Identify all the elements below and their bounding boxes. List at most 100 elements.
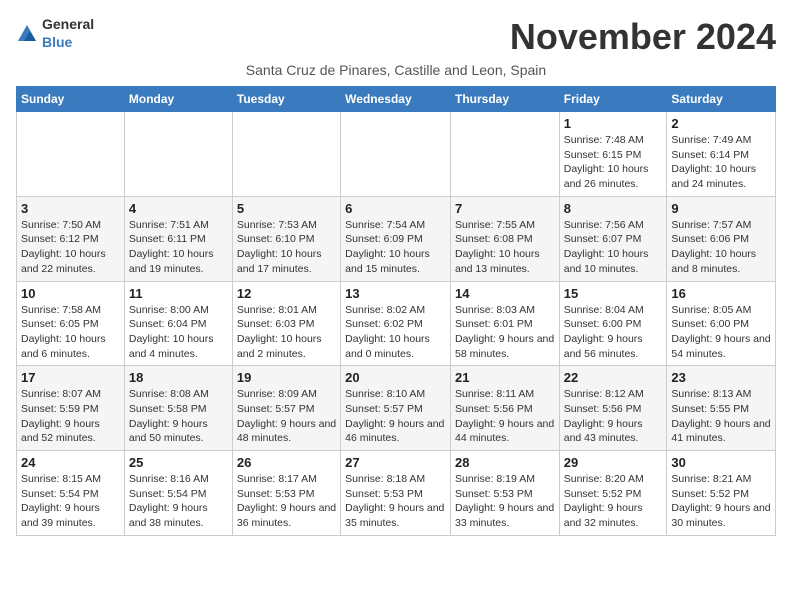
calendar-cell: 8 Sunrise: 7:56 AM Sunset: 6:07 PM Daylig… [559,196,667,281]
day-number: 13 [345,286,446,301]
day-info: Sunrise: 8:11 AM Sunset: 5:56 PM Dayligh… [455,387,555,446]
day-number: 2 [671,116,771,131]
day-number: 23 [671,370,771,385]
day-number: 26 [237,455,336,470]
calendar-cell [17,112,125,197]
calendar-cell [124,112,232,197]
calendar-cell: 3 Sunrise: 7:50 AM Sunset: 6:12 PM Daylig… [17,196,125,281]
calendar-cell [341,112,451,197]
day-info: Sunrise: 8:13 AM Sunset: 5:55 PM Dayligh… [671,387,771,446]
calendar-cell: 30 Sunrise: 8:21 AM Sunset: 5:52 PM Dayli… [667,451,776,536]
calendar-week-5: 24 Sunrise: 8:15 AM Sunset: 5:54 PM Dayli… [17,451,776,536]
day-number: 6 [345,201,446,216]
day-info: Sunrise: 8:10 AM Sunset: 5:57 PM Dayligh… [345,387,446,446]
day-number: 17 [21,370,120,385]
calendar-week-4: 17 Sunrise: 8:07 AM Sunset: 5:59 PM Dayli… [17,366,776,451]
day-info: Sunrise: 8:18 AM Sunset: 5:53 PM Dayligh… [345,472,446,531]
day-number: 7 [455,201,555,216]
calendar-cell: 13 Sunrise: 8:02 AM Sunset: 6:02 PM Dayli… [341,281,451,366]
weekday-header-sunday: Sunday [17,87,125,112]
day-info: Sunrise: 7:50 AM Sunset: 6:12 PM Dayligh… [21,218,120,277]
day-number: 12 [237,286,336,301]
day-number: 18 [129,370,228,385]
calendar-cell: 26 Sunrise: 8:17 AM Sunset: 5:53 PM Dayli… [232,451,340,536]
calendar-cell: 17 Sunrise: 8:07 AM Sunset: 5:59 PM Dayli… [17,366,125,451]
day-info: Sunrise: 7:49 AM Sunset: 6:14 PM Dayligh… [671,133,771,192]
day-number: 9 [671,201,771,216]
day-info: Sunrise: 8:20 AM Sunset: 5:52 PM Dayligh… [564,472,663,531]
day-number: 28 [455,455,555,470]
day-number: 24 [21,455,120,470]
day-info: Sunrise: 7:51 AM Sunset: 6:11 PM Dayligh… [129,218,228,277]
weekday-header-thursday: Thursday [450,87,559,112]
day-info: Sunrise: 8:05 AM Sunset: 6:00 PM Dayligh… [671,303,771,362]
calendar-cell: 18 Sunrise: 8:08 AM Sunset: 5:58 PM Dayli… [124,366,232,451]
day-info: Sunrise: 7:53 AM Sunset: 6:10 PM Dayligh… [237,218,336,277]
calendar-cell: 21Sunrise: 8:11 AM Sunset: 5:56 PM Dayli… [450,366,559,451]
calendar-cell: 14Sunrise: 8:03 AM Sunset: 6:01 PM Dayli… [450,281,559,366]
calendar-cell: 24 Sunrise: 8:15 AM Sunset: 5:54 PM Dayli… [17,451,125,536]
calendar-cell: 1 Sunrise: 7:48 AM Sunset: 6:15 PM Daylig… [559,112,667,197]
location-subtitle: Santa Cruz de Pinares, Castille and Leon… [16,62,776,78]
day-number: 1 [564,116,663,131]
day-number: 20 [345,370,446,385]
page-header: General Blue November 2024 [16,16,776,58]
day-number: 3 [21,201,120,216]
calendar-week-3: 10 Sunrise: 7:58 AM Sunset: 6:05 PM Dayli… [17,281,776,366]
day-info: Sunrise: 8:08 AM Sunset: 5:58 PM Dayligh… [129,387,228,446]
day-info: Sunrise: 8:07 AM Sunset: 5:59 PM Dayligh… [21,387,120,446]
day-info: Sunrise: 8:04 AM Sunset: 6:00 PM Dayligh… [564,303,663,362]
calendar-cell: 23 Sunrise: 8:13 AM Sunset: 5:55 PM Dayli… [667,366,776,451]
calendar-cell [450,112,559,197]
calendar-cell: 15 Sunrise: 8:04 AM Sunset: 6:00 PM Dayli… [559,281,667,366]
day-number: 11 [129,286,228,301]
day-info: Sunrise: 7:48 AM Sunset: 6:15 PM Dayligh… [564,133,663,192]
day-info: Sunrise: 8:01 AM Sunset: 6:03 PM Dayligh… [237,303,336,362]
calendar-cell: 27Sunrise: 8:18 AM Sunset: 5:53 PM Dayli… [341,451,451,536]
calendar-cell: 4 Sunrise: 7:51 AM Sunset: 6:11 PM Daylig… [124,196,232,281]
day-number: 4 [129,201,228,216]
day-info: Sunrise: 8:09 AM Sunset: 5:57 PM Dayligh… [237,387,336,446]
calendar-week-2: 3 Sunrise: 7:50 AM Sunset: 6:12 PM Daylig… [17,196,776,281]
logo-icon [16,23,38,45]
day-info: Sunrise: 8:15 AM Sunset: 5:54 PM Dayligh… [21,472,120,531]
day-info: Sunrise: 8:03 AM Sunset: 6:01 PM Dayligh… [455,303,555,362]
day-info: Sunrise: 7:56 AM Sunset: 6:07 PM Dayligh… [564,218,663,277]
day-info: Sunrise: 8:02 AM Sunset: 6:02 PM Dayligh… [345,303,446,362]
calendar-cell: 7 Sunrise: 7:55 AM Sunset: 6:08 PM Daylig… [450,196,559,281]
calendar-cell: 22Sunrise: 8:12 AM Sunset: 5:56 PM Dayli… [559,366,667,451]
day-number: 5 [237,201,336,216]
day-info: Sunrise: 8:16 AM Sunset: 5:54 PM Dayligh… [129,472,228,531]
day-number: 8 [564,201,663,216]
day-number: 22 [564,370,663,385]
day-number: 15 [564,286,663,301]
weekday-header-wednesday: Wednesday [341,87,451,112]
calendar-cell: 9Sunrise: 7:57 AM Sunset: 6:06 PM Daylig… [667,196,776,281]
weekday-header-friday: Friday [559,87,667,112]
day-info: Sunrise: 8:21 AM Sunset: 5:52 PM Dayligh… [671,472,771,531]
day-number: 25 [129,455,228,470]
day-info: Sunrise: 8:17 AM Sunset: 5:53 PM Dayligh… [237,472,336,531]
day-info: Sunrise: 7:58 AM Sunset: 6:05 PM Dayligh… [21,303,120,362]
day-info: Sunrise: 7:55 AM Sunset: 6:08 PM Dayligh… [455,218,555,277]
logo: General Blue [16,16,94,52]
weekday-header-monday: Monday [124,87,232,112]
weekday-header-saturday: Saturday [667,87,776,112]
weekday-header-row: SundayMondayTuesdayWednesdayThursdayFrid… [17,87,776,112]
day-info: Sunrise: 8:19 AM Sunset: 5:53 PM Dayligh… [455,472,555,531]
day-number: 29 [564,455,663,470]
day-number: 10 [21,286,120,301]
logo-blue-text: Blue [42,34,72,50]
calendar-cell: 19Sunrise: 8:09 AM Sunset: 5:57 PM Dayli… [232,366,340,451]
day-number: 30 [671,455,771,470]
calendar-cell: 28 Sunrise: 8:19 AM Sunset: 5:53 PM Dayli… [450,451,559,536]
day-info: Sunrise: 7:54 AM Sunset: 6:09 PM Dayligh… [345,218,446,277]
logo-general-text: General [42,16,94,32]
calendar-cell: 29 Sunrise: 8:20 AM Sunset: 5:52 PM Dayli… [559,451,667,536]
calendar-cell: 10 Sunrise: 7:58 AM Sunset: 6:05 PM Dayli… [17,281,125,366]
calendar-cell: 16 Sunrise: 8:05 AM Sunset: 6:00 PM Dayli… [667,281,776,366]
calendar-cell: 12 Sunrise: 8:01 AM Sunset: 6:03 PM Dayli… [232,281,340,366]
day-number: 16 [671,286,771,301]
weekday-header-tuesday: Tuesday [232,87,340,112]
calendar-week-1: 1 Sunrise: 7:48 AM Sunset: 6:15 PM Daylig… [17,112,776,197]
